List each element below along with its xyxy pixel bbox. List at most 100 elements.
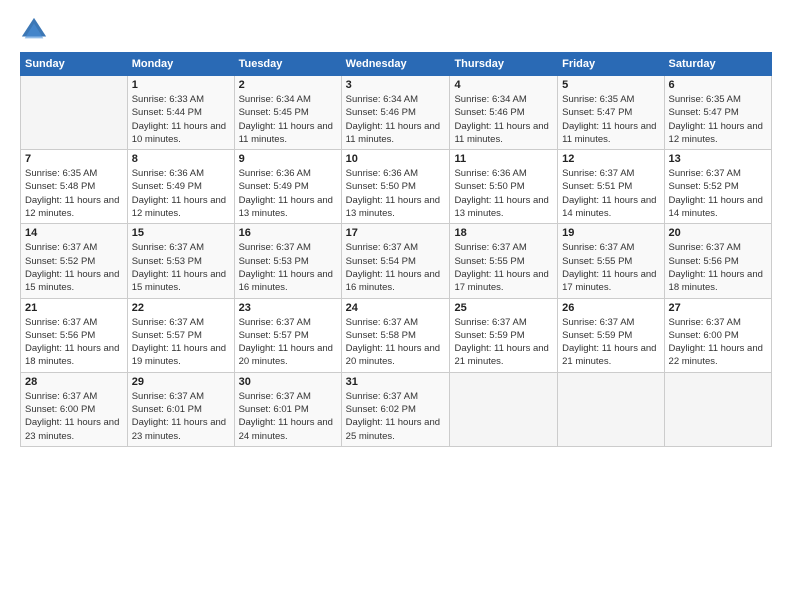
calendar-cell [558, 372, 664, 446]
day-number: 10 [346, 153, 446, 165]
day-info: Sunrise: 6:37 AMSunset: 5:55 PMDaylight:… [454, 241, 553, 294]
day-number: 11 [454, 153, 553, 165]
calendar-cell: 1 Sunrise: 6:33 AMSunset: 5:44 PMDaylight… [127, 76, 234, 150]
calendar-cell: 31 Sunrise: 6:37 AMSunset: 6:02 PMDayligh… [341, 372, 450, 446]
calendar-header-tuesday: Tuesday [234, 53, 341, 76]
calendar-week-row: 21 Sunrise: 6:37 AMSunset: 5:56 PMDayligh… [21, 298, 772, 372]
day-info: Sunrise: 6:34 AMSunset: 5:45 PMDaylight:… [239, 93, 337, 146]
day-number: 6 [669, 79, 767, 91]
calendar-cell: 6 Sunrise: 6:35 AMSunset: 5:47 PMDaylight… [664, 76, 771, 150]
day-number: 20 [669, 227, 767, 239]
day-number: 14 [25, 227, 123, 239]
day-number: 4 [454, 79, 553, 91]
day-info: Sunrise: 6:37 AMSunset: 6:02 PMDaylight:… [346, 390, 446, 443]
day-info: Sunrise: 6:35 AMSunset: 5:47 PMDaylight:… [669, 93, 767, 146]
day-info: Sunrise: 6:37 AMSunset: 5:52 PMDaylight:… [25, 241, 123, 294]
calendar-cell: 25 Sunrise: 6:37 AMSunset: 5:59 PMDayligh… [450, 298, 558, 372]
calendar-header-sunday: Sunday [21, 53, 128, 76]
calendar-cell [450, 372, 558, 446]
day-info: Sunrise: 6:37 AMSunset: 5:57 PMDaylight:… [132, 316, 230, 369]
day-number: 17 [346, 227, 446, 239]
calendar-cell: 13 Sunrise: 6:37 AMSunset: 5:52 PMDayligh… [664, 150, 771, 224]
day-number: 16 [239, 227, 337, 239]
calendar-cell: 27 Sunrise: 6:37 AMSunset: 6:00 PMDayligh… [664, 298, 771, 372]
day-number: 29 [132, 376, 230, 388]
day-info: Sunrise: 6:36 AMSunset: 5:50 PMDaylight:… [454, 167, 553, 220]
calendar-cell: 19 Sunrise: 6:37 AMSunset: 5:55 PMDayligh… [558, 224, 664, 298]
day-info: Sunrise: 6:37 AMSunset: 5:56 PMDaylight:… [669, 241, 767, 294]
day-number: 9 [239, 153, 337, 165]
calendar-header-wednesday: Wednesday [341, 53, 450, 76]
day-info: Sunrise: 6:37 AMSunset: 6:00 PMDaylight:… [669, 316, 767, 369]
day-number: 21 [25, 302, 123, 314]
logo [20, 16, 52, 44]
calendar-cell: 10Sunrise: 6:36 AMSunset: 5:50 PMDayligh… [341, 150, 450, 224]
calendar-cell: 30 Sunrise: 6:37 AMSunset: 6:01 PMDayligh… [234, 372, 341, 446]
calendar-cell: 21 Sunrise: 6:37 AMSunset: 5:56 PMDayligh… [21, 298, 128, 372]
calendar-week-row: 7Sunrise: 6:35 AMSunset: 5:48 PMDaylight… [21, 150, 772, 224]
day-info: Sunrise: 6:37 AMSunset: 5:59 PMDaylight:… [454, 316, 553, 369]
calendar-cell: 14 Sunrise: 6:37 AMSunset: 5:52 PMDayligh… [21, 224, 128, 298]
calendar-cell [21, 76, 128, 150]
day-number: 18 [454, 227, 553, 239]
calendar-cell: 5Sunrise: 6:35 AMSunset: 5:47 PMDaylight… [558, 76, 664, 150]
day-number: 19 [562, 227, 659, 239]
calendar-cell: 8Sunrise: 6:36 AMSunset: 5:49 PMDaylight… [127, 150, 234, 224]
calendar-week-row: 28 Sunrise: 6:37 AMSunset: 6:00 PMDayligh… [21, 372, 772, 446]
day-info: Sunrise: 6:34 AMSunset: 5:46 PMDaylight:… [346, 93, 446, 146]
calendar-cell: 23 Sunrise: 6:37 AMSunset: 5:57 PMDayligh… [234, 298, 341, 372]
calendar-cell: 26 Sunrise: 6:37 AMSunset: 5:59 PMDayligh… [558, 298, 664, 372]
calendar-cell: 16Sunrise: 6:37 AMSunset: 5:53 PMDayligh… [234, 224, 341, 298]
calendar-cell: 3 Sunrise: 6:34 AMSunset: 5:46 PMDaylight… [341, 76, 450, 150]
page: SundayMondayTuesdayWednesdayThursdayFrid… [0, 0, 792, 612]
day-info: Sunrise: 6:37 AMSunset: 5:54 PMDaylight:… [346, 241, 446, 294]
day-number: 12 [562, 153, 659, 165]
day-info: Sunrise: 6:37 AMSunset: 5:55 PMDaylight:… [562, 241, 659, 294]
day-info: Sunrise: 6:37 AMSunset: 5:58 PMDaylight:… [346, 316, 446, 369]
day-number: 22 [132, 302, 230, 314]
day-number: 27 [669, 302, 767, 314]
day-number: 31 [346, 376, 446, 388]
day-info: Sunrise: 6:37 AMSunset: 6:01 PMDaylight:… [132, 390, 230, 443]
day-number: 24 [346, 302, 446, 314]
calendar-cell: 17 Sunrise: 6:37 AMSunset: 5:54 PMDayligh… [341, 224, 450, 298]
day-number: 5 [562, 79, 659, 91]
calendar-cell: 28 Sunrise: 6:37 AMSunset: 6:00 PMDayligh… [21, 372, 128, 446]
day-number: 26 [562, 302, 659, 314]
day-number: 13 [669, 153, 767, 165]
day-info: Sunrise: 6:37 AMSunset: 6:01 PMDaylight:… [239, 390, 337, 443]
calendar-cell: 20 Sunrise: 6:37 AMSunset: 5:56 PMDayligh… [664, 224, 771, 298]
calendar-cell: 4Sunrise: 6:34 AMSunset: 5:46 PMDaylight… [450, 76, 558, 150]
day-info: Sunrise: 6:37 AMSunset: 5:57 PMDaylight:… [239, 316, 337, 369]
calendar-table: SundayMondayTuesdayWednesdayThursdayFrid… [20, 52, 772, 447]
calendar-cell: 22 Sunrise: 6:37 AMSunset: 5:57 PMDayligh… [127, 298, 234, 372]
calendar-cell: 29 Sunrise: 6:37 AMSunset: 6:01 PMDayligh… [127, 372, 234, 446]
day-info: Sunrise: 6:37 AMSunset: 5:53 PMDaylight:… [132, 241, 230, 294]
day-info: Sunrise: 6:35 AMSunset: 5:48 PMDaylight:… [25, 167, 123, 220]
day-number: 2 [239, 79, 337, 91]
day-number: 15 [132, 227, 230, 239]
day-number: 23 [239, 302, 337, 314]
day-info: Sunrise: 6:37 AMSunset: 6:00 PMDaylight:… [25, 390, 123, 443]
day-info: Sunrise: 6:37 AMSunset: 5:56 PMDaylight:… [25, 316, 123, 369]
header [20, 16, 772, 44]
day-info: Sunrise: 6:36 AMSunset: 5:49 PMDaylight:… [239, 167, 337, 220]
day-info: Sunrise: 6:37 AMSunset: 5:59 PMDaylight:… [562, 316, 659, 369]
calendar-cell: 15 Sunrise: 6:37 AMSunset: 5:53 PMDayligh… [127, 224, 234, 298]
calendar-header-thursday: Thursday [450, 53, 558, 76]
calendar-cell: 11 Sunrise: 6:36 AMSunset: 5:50 PMDayligh… [450, 150, 558, 224]
day-number: 1 [132, 79, 230, 91]
day-number: 30 [239, 376, 337, 388]
calendar-cell: 12Sunrise: 6:37 AMSunset: 5:51 PMDayligh… [558, 150, 664, 224]
calendar-header-row: SundayMondayTuesdayWednesdayThursdayFrid… [21, 53, 772, 76]
calendar-cell: 18 Sunrise: 6:37 AMSunset: 5:55 PMDayligh… [450, 224, 558, 298]
day-number: 28 [25, 376, 123, 388]
day-number: 3 [346, 79, 446, 91]
calendar-cell [664, 372, 771, 446]
logo-icon [20, 16, 48, 44]
day-number: 25 [454, 302, 553, 314]
calendar-cell: 9 Sunrise: 6:36 AMSunset: 5:49 PMDaylight… [234, 150, 341, 224]
day-info: Sunrise: 6:33 AMSunset: 5:44 PMDaylight:… [132, 93, 230, 146]
day-info: Sunrise: 6:37 AMSunset: 5:52 PMDaylight:… [669, 167, 767, 220]
calendar-cell: 24 Sunrise: 6:37 AMSunset: 5:58 PMDayligh… [341, 298, 450, 372]
